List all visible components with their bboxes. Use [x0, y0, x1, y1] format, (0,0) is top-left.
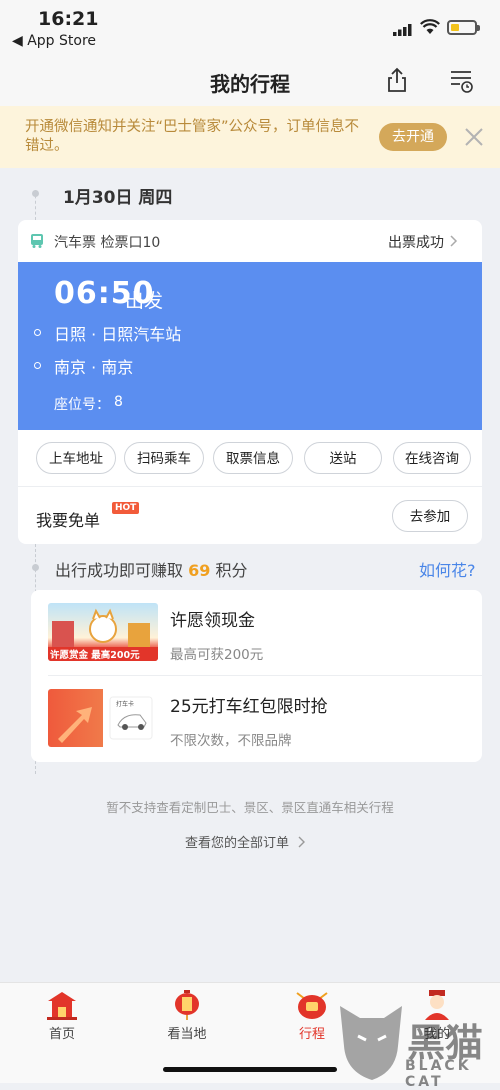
points-prefix: 出行成功即可赚取 [55, 561, 184, 580]
home-temple-icon [47, 992, 77, 1020]
points-info: 出行成功即可赚取 69 积分 [55, 557, 247, 581]
drop-off-button[interactable]: 送站 [304, 442, 382, 474]
free-order-label: 我要免单 [36, 511, 101, 530]
origin-station: 日照 · 日照汽车站 [54, 325, 182, 344]
chevron-right-icon [298, 836, 306, 848]
wish-cash-image-text: 许愿赏金 最高200元 [50, 650, 140, 661]
origin-dot [34, 329, 41, 336]
scan-to-board-button[interactable]: 扫码乘车 [124, 442, 204, 474]
tab-label: 看当地 [167, 1027, 207, 1042]
timeline-dot [32, 190, 39, 197]
signal-icon [393, 24, 412, 36]
ticket-type: 汽车票 检票口10 [54, 235, 161, 251]
timeline-dot [32, 564, 39, 571]
wish-cash-image: 许愿赏金 最高200元 [48, 603, 158, 661]
trip-card[interactable]: 汽车票 检票口10 出票成功 06:50 出发 日照 · 日照汽车站 南京 · … [18, 220, 482, 544]
close-icon[interactable] [462, 125, 486, 149]
order-list-icon[interactable] [448, 66, 476, 94]
watermark-subtext: BLACK CAT [405, 1058, 472, 1090]
taxi-coupon-image: 打车卡 [48, 689, 158, 747]
promo-title: 25元打车红包限时抢 [170, 697, 328, 717]
seat-number: 8 [114, 394, 123, 410]
unsupported-note: 暂不支持查看定制巴士、景区、景区直通车相关行程 [106, 800, 394, 815]
divider [18, 486, 482, 487]
tab-local[interactable]: 看当地 [127, 983, 247, 1053]
trip-detail-panel[interactable]: 06:50 出发 日照 · 日照汽车站 南京 · 南京 座位号： 8 [18, 262, 482, 430]
enable-notify-button[interactable]: 去开通 [379, 123, 447, 151]
ticket-info-button[interactable]: 取票信息 [213, 442, 293, 474]
promo-taxi-coupon[interactable]: 打车卡 25元打车红包限时抢 不限次数，不限品牌 [31, 676, 482, 762]
boarding-address-button[interactable]: 上车地址 [36, 442, 116, 474]
home-indicator [163, 1067, 337, 1072]
status-time: 16:21 [38, 8, 99, 30]
wifi-icon [420, 19, 440, 34]
back-to-app-store[interactable]: ◀ App Store [12, 33, 96, 49]
seat-label: 座位号： [54, 397, 110, 413]
trip-bag-icon [296, 992, 328, 1019]
trip-date: 1月30日 周四 [63, 188, 173, 208]
chevron-right-icon [450, 235, 458, 247]
bus-icon [31, 234, 43, 248]
promo-title: 许愿领现金 [170, 611, 255, 631]
share-icon[interactable] [383, 66, 411, 94]
depart-label: 出发 [125, 290, 164, 312]
how-to-spend-link[interactable]: 如何花? [419, 557, 476, 581]
ticket-status: 出票成功 [388, 235, 444, 251]
points-value: 69 [188, 561, 211, 580]
online-consult-button[interactable]: 在线咨询 [393, 442, 471, 474]
nav-bar: 我的行程 [0, 56, 500, 106]
destination-station: 南京 · 南京 [54, 358, 134, 377]
lantern-icon [175, 990, 199, 1020]
promo-subtitle: 最高可获200元 [170, 647, 264, 663]
promo-subtitle: 不限次数，不限品牌 [170, 733, 292, 749]
banner-text: 开通微信通知并关注“巴士管家”公众号，订单信息不错过。 [25, 119, 360, 154]
destination-dot [34, 362, 41, 369]
join-button[interactable]: 去参加 [392, 500, 468, 532]
battery-icon [447, 20, 480, 35]
tab-label: 首页 [48, 1027, 75, 1042]
status-bar: 16:21 ◀ App Store [0, 0, 500, 56]
hot-badge: HOT [112, 502, 140, 514]
all-orders-link[interactable]: 查看您的全部订单 [185, 832, 307, 851]
trip-card-header[interactable]: 汽车票 检票口10 出票成功 [18, 220, 482, 262]
all-orders-label: 查看您的全部订单 [185, 836, 290, 851]
promo-wish-cash[interactable]: 许愿赏金 最高200元 许愿领现金 最高可获200元 [31, 590, 482, 676]
taxi-coupon-image-text: 打车卡 [116, 701, 135, 708]
page-title: 我的行程 [210, 72, 290, 96]
promo-card: 许愿赏金 最高200元 许愿领现金 最高可获200元 打车卡 25元打车红包限时… [31, 590, 482, 762]
tab-home[interactable]: 首页 [2, 983, 122, 1053]
points-suffix: 积分 [215, 561, 248, 580]
